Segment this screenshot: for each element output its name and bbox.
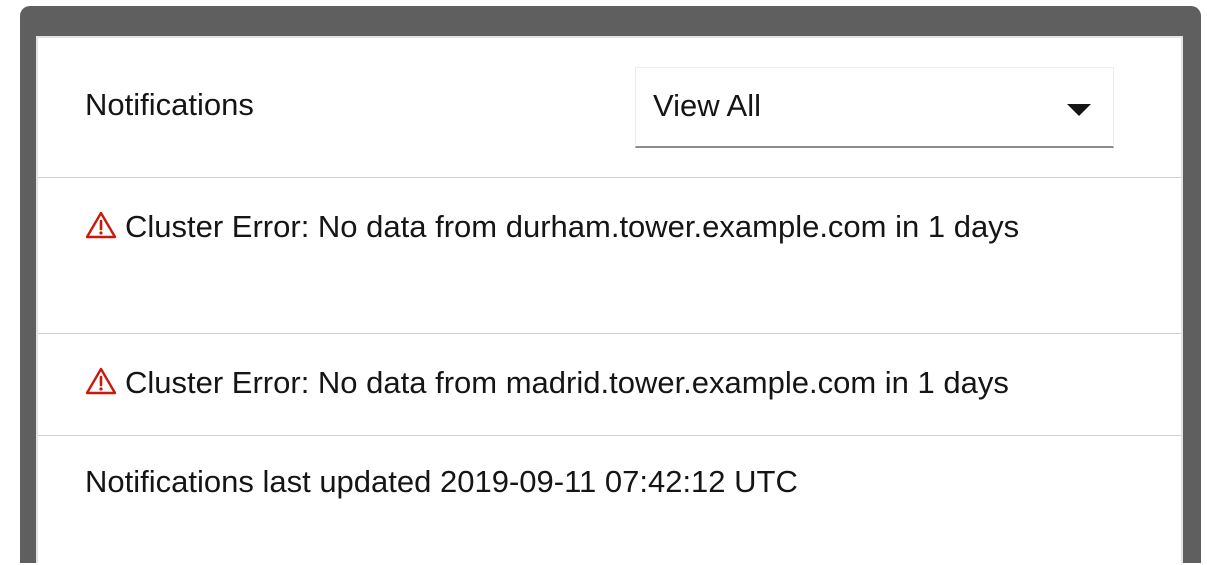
notifications-panel: Notifications View All Cluster Error: No… bbox=[36, 36, 1183, 563]
warning-triangle-icon bbox=[85, 211, 117, 239]
notifications-filter-select[interactable]: View All bbox=[635, 67, 1114, 148]
warning-triangle-icon bbox=[85, 367, 117, 395]
caret-down-icon bbox=[1067, 104, 1091, 116]
notifications-footer: Notifications last updated 2019-09-11 07… bbox=[38, 436, 1181, 565]
notification-item: Cluster Error: No data from madrid.tower… bbox=[38, 334, 1181, 436]
notification-text: Cluster Error: No data from durham.tower… bbox=[125, 209, 1020, 244]
filter-selected-value: View All bbox=[653, 88, 761, 123]
notifications-title: Notifications bbox=[85, 87, 254, 122]
notifications-header: Notifications View All bbox=[38, 38, 1181, 178]
last-updated-text: Notifications last updated 2019-09-11 07… bbox=[85, 464, 798, 499]
notification-text: Cluster Error: No data from madrid.tower… bbox=[125, 365, 1009, 400]
notification-item: Cluster Error: No data from durham.tower… bbox=[38, 178, 1181, 334]
